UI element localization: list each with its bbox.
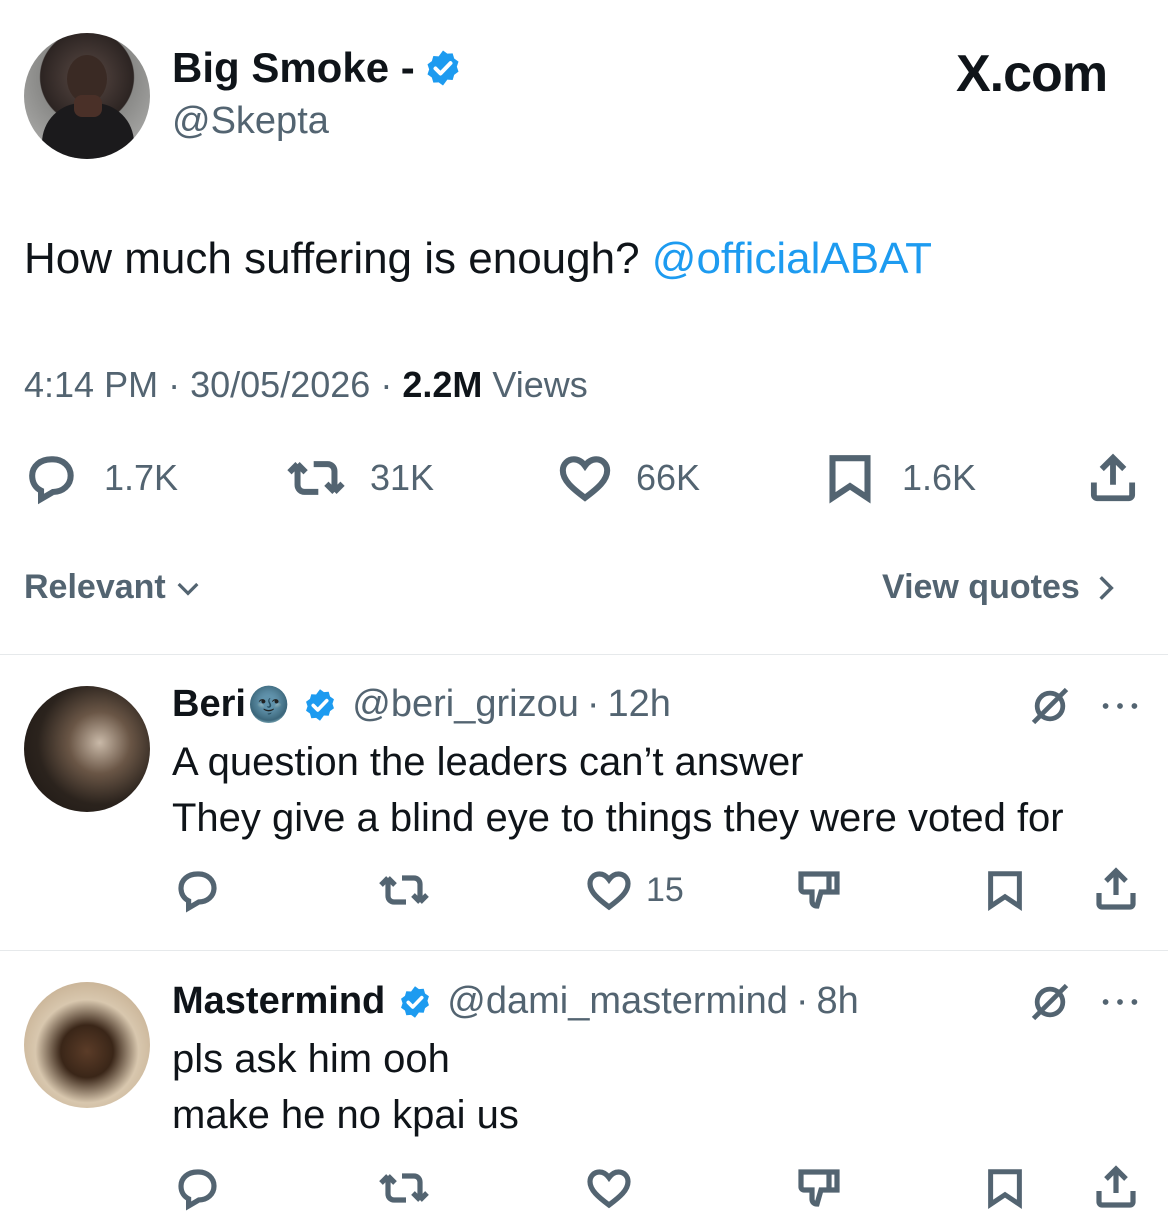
reply-avatar[interactable] xyxy=(24,982,150,1108)
author-avatar[interactable] xyxy=(24,33,150,159)
share-button[interactable] xyxy=(1086,450,1140,506)
repost-button[interactable] xyxy=(378,1164,430,1217)
like-count: 66K xyxy=(636,457,701,498)
bookmark-icon xyxy=(829,455,871,504)
reply-age[interactable]: 12h xyxy=(608,683,671,726)
reply-age[interactable]: 8h xyxy=(817,980,859,1023)
view-quotes-link[interactable]: View quotes xyxy=(882,568,1118,607)
reply-line: A question the leaders can’t answer xyxy=(172,740,804,784)
reply-line: They give a blind eye to things they wer… xyxy=(172,796,1064,840)
meta-separator: · xyxy=(168,364,181,405)
dislike-icon xyxy=(798,1169,840,1207)
post-body: How much suffering is enough? xyxy=(24,234,640,283)
sort-dropdown[interactable]: Relevant xyxy=(24,568,204,607)
more-icon xyxy=(1102,703,1138,709)
author-handle[interactable]: @Skepta xyxy=(172,100,329,143)
share-button[interactable] xyxy=(1092,1162,1140,1217)
like-count: 15 xyxy=(646,870,684,909)
reply-handle[interactable]: @beri_grizou xyxy=(352,683,579,726)
reply-line: pls ask him ooh xyxy=(172,1037,450,1081)
repost-icon xyxy=(379,875,429,905)
bookmark-button[interactable] xyxy=(982,1164,1028,1217)
dislike-button[interactable] xyxy=(794,1164,844,1217)
bookmark-icon xyxy=(988,1169,1022,1209)
chevron-right-icon xyxy=(1099,575,1114,600)
views-label: Views xyxy=(492,364,588,405)
share-icon xyxy=(1090,453,1136,502)
meta-separator: · xyxy=(380,364,393,405)
more-button[interactable] xyxy=(1098,688,1142,729)
more-icon xyxy=(1102,999,1138,1005)
reply-button[interactable] xyxy=(174,1164,222,1217)
reply-icon xyxy=(29,456,74,505)
reply-text: A question the leaders can’t answer They… xyxy=(172,734,1064,846)
like-icon xyxy=(587,1169,631,1209)
grok-button[interactable] xyxy=(1028,980,1072,1029)
dislike-icon xyxy=(798,871,840,909)
reply-header: Beri 🌚 @beri_grizou · 12h xyxy=(172,683,671,726)
repost-button[interactable] xyxy=(378,866,430,919)
post-time[interactable]: 4:14 PM xyxy=(24,364,158,405)
repost-count: 31K xyxy=(370,457,435,498)
post-text: How much suffering is enough? @officialA… xyxy=(24,234,932,284)
bookmark-button[interactable] xyxy=(982,866,1028,919)
more-button[interactable] xyxy=(1098,984,1142,1025)
reply-line: make he no kpai us xyxy=(172,1093,519,1137)
repost-icon xyxy=(379,1173,429,1203)
repost-icon xyxy=(287,461,345,495)
reply-icon xyxy=(178,1169,217,1211)
author-name[interactable]: Big Smoke - xyxy=(172,44,415,92)
post-meta: 4:14 PM · 30/05/2026 · 2.2M Views xyxy=(24,364,588,406)
like-icon xyxy=(587,871,631,911)
bookmark-count: 1.6K xyxy=(902,457,977,498)
reply-icon xyxy=(178,871,217,913)
divider xyxy=(0,654,1168,655)
author-name-row[interactable]: Big Smoke - xyxy=(172,44,463,92)
grok-button[interactable] xyxy=(1028,684,1072,733)
share-icon xyxy=(1096,867,1136,910)
grok-icon xyxy=(1031,687,1069,725)
like-icon xyxy=(559,456,611,502)
bookmark-button[interactable]: 1.6K xyxy=(822,450,976,506)
bookmark-icon xyxy=(988,871,1022,911)
repost-button[interactable]: 31K xyxy=(286,450,434,506)
like-button[interactable]: 15 xyxy=(584,866,684,914)
divider xyxy=(0,950,1168,951)
dislike-button[interactable] xyxy=(794,866,844,919)
views-count: 2.2M xyxy=(402,364,483,405)
view-quotes-label: View quotes xyxy=(882,568,1080,606)
verified-badge-icon xyxy=(427,50,459,86)
like-button[interactable]: 66K xyxy=(556,450,700,506)
reply-author-name[interactable]: Beri xyxy=(172,683,246,726)
reply-handle[interactable]: @dami_mastermind xyxy=(447,980,788,1023)
chevron-down-icon xyxy=(177,582,199,596)
reply-header: Mastermind @dami_mastermind · 8h xyxy=(172,980,859,1023)
mention-link[interactable]: @officialABAT xyxy=(652,234,932,283)
site-label: X.com xyxy=(956,45,1108,103)
verified-badge-icon xyxy=(401,985,430,1018)
like-button[interactable] xyxy=(584,1164,634,1217)
reply-text: pls ask him ooh make he no kpai us xyxy=(172,1031,519,1143)
reply-avatar[interactable] xyxy=(24,686,150,812)
meta-separator: · xyxy=(795,980,809,1022)
grok-icon xyxy=(1031,983,1069,1021)
reply-button[interactable] xyxy=(174,866,222,919)
reply-author-name[interactable]: Mastermind xyxy=(172,980,385,1023)
post-date[interactable]: 30/05/2026 xyxy=(190,364,370,405)
reply-button[interactable]: 1.7K xyxy=(24,450,178,506)
verified-badge-icon xyxy=(306,688,335,721)
share-button[interactable] xyxy=(1092,864,1140,919)
sort-label: Relevant xyxy=(24,568,166,606)
meta-separator: · xyxy=(586,683,600,725)
moon-emoji: 🌚 xyxy=(247,685,291,724)
reply-count: 1.7K xyxy=(104,457,179,498)
share-icon xyxy=(1096,1165,1136,1208)
